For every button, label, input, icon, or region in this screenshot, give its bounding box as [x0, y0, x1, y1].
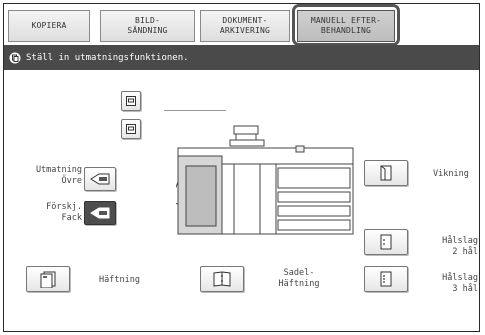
offset-tray-label: Förskj. Fack	[46, 202, 82, 223]
fold-icon	[380, 165, 392, 181]
second-tray-button[interactable]	[121, 119, 141, 139]
punch-2-hole-icon	[380, 234, 392, 250]
screen-frame: KOPIERA BILD- SÄNDNING DOKUMENT- ARKIVER…	[3, 3, 480, 332]
punch-2-hole-label: Hålslag 2 hål	[442, 236, 478, 257]
tab-image-send[interactable]: BILD- SÄNDNING	[100, 10, 195, 42]
info-icon	[9, 52, 21, 63]
output-top-label: Utmatning Övre	[35, 165, 82, 186]
booklet-icon	[213, 271, 231, 287]
folding-button[interactable]	[364, 160, 408, 186]
message-bar: Ställ in utmatningsfunktionen.	[4, 45, 479, 70]
tab-copy[interactable]: KOPIERA	[8, 10, 90, 42]
tab-document-filing[interactable]: DOKUMENT- ARKIVERING	[200, 10, 290, 42]
tray-icon	[126, 124, 136, 134]
tab-manual-finishing[interactable]: MANUELL EFTER- BEHANDLING	[297, 10, 395, 42]
punch-3-hole-icon	[380, 271, 392, 287]
punch-2-hole-button[interactable]	[364, 229, 408, 255]
output-top-button[interactable]	[84, 167, 116, 191]
saddle-stitch-label: Sadel- Häftning	[278, 268, 320, 289]
offset-tray-button[interactable]	[84, 201, 116, 225]
top-tray-button[interactable]	[121, 91, 141, 111]
stapling-button[interactable]	[26, 266, 70, 292]
punch-3-hole-button[interactable]	[364, 266, 408, 292]
tray-line	[164, 110, 226, 111]
message-text: Ställ in utmatningsfunktionen.	[26, 52, 189, 63]
output-tray-icon	[90, 173, 110, 185]
folding-label: Vikning	[433, 169, 469, 179]
tray-icon	[126, 96, 136, 106]
punch-3-hole-label: Hålslag 3 hål	[442, 273, 478, 294]
saddle-stitch-button[interactable]	[200, 266, 244, 292]
mode-tab-bar: KOPIERA BILD- SÄNDNING DOKUMENT- ARKIVER…	[4, 4, 479, 46]
stapling-label: Häftning	[99, 275, 140, 285]
offset-tray-icon	[90, 207, 110, 219]
machine-illustration	[176, 125, 354, 235]
staple-icon	[40, 271, 56, 288]
